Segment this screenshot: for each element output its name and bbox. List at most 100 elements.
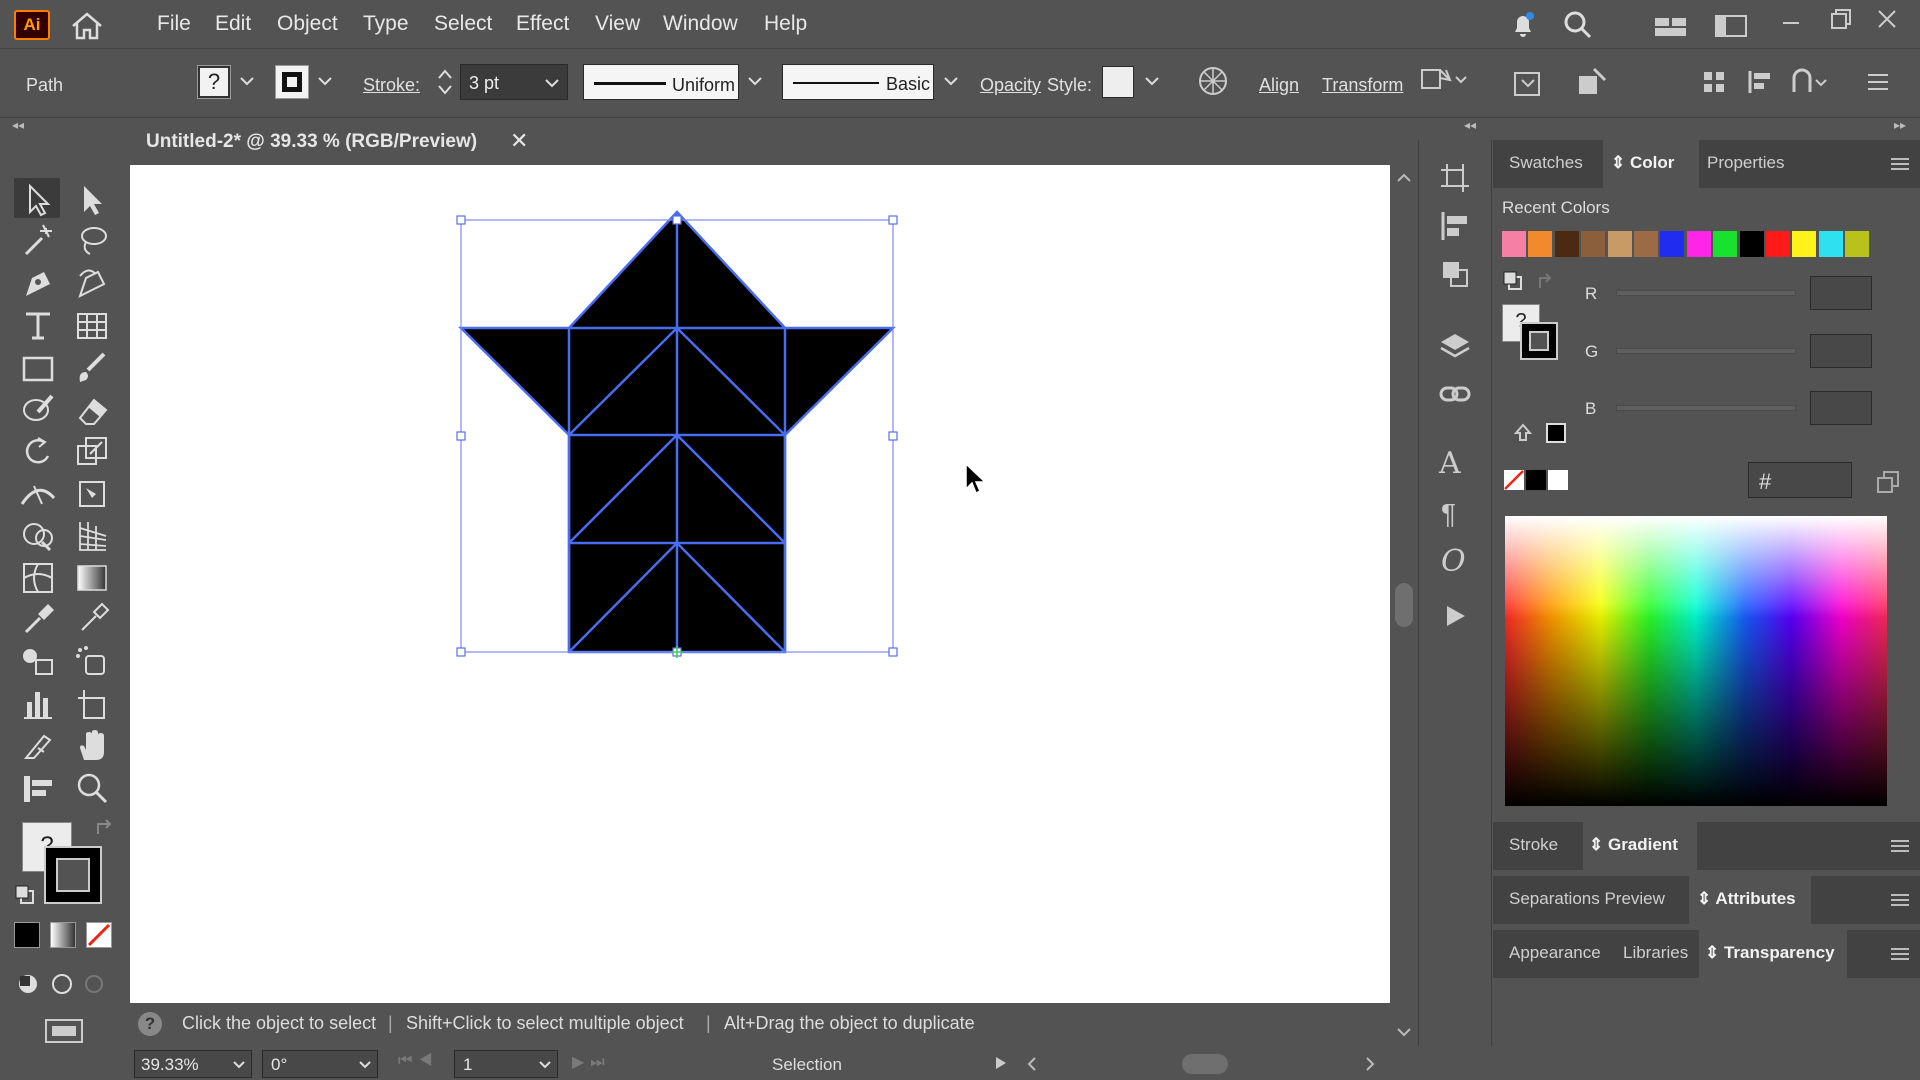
gradient-mode-button[interactable] — [50, 922, 76, 948]
shaper-tool-icon[interactable] — [18, 390, 58, 430]
menu-select[interactable]: Select — [434, 12, 492, 36]
recent-color-swatch[interactable] — [1581, 231, 1606, 257]
stroke-stepper-icon[interactable] — [436, 66, 454, 98]
eyedropper-tool-icon[interactable] — [18, 600, 58, 640]
transform-label[interactable]: Transform — [1322, 75, 1403, 96]
zoom-level-input[interactable]: 39.33% — [134, 1050, 252, 1078]
restore-icon[interactable] — [1828, 6, 1854, 32]
zoom-chevron-icon[interactable] — [233, 1061, 245, 1069]
stroke-panel-menu-icon[interactable] — [1891, 840, 1909, 852]
notification-bell-icon[interactable] — [1508, 10, 1538, 40]
menu-view[interactable]: View — [595, 12, 640, 36]
control-bar-menu-icon[interactable] — [1866, 72, 1890, 92]
shape-builder-tool-icon[interactable] — [18, 516, 58, 556]
channel-r-input[interactable] — [1810, 276, 1872, 310]
menu-effect[interactable]: Effect — [516, 12, 569, 36]
width-tool-icon[interactable] — [18, 474, 58, 514]
default-fill-stroke-icon[interactable] — [14, 884, 36, 906]
align-object-icon[interactable] — [1700, 68, 1728, 96]
brush-definition[interactable]: Basic — [782, 64, 934, 100]
recent-color-swatch[interactable] — [1818, 231, 1843, 257]
channel-g-slider[interactable] — [1616, 348, 1796, 354]
align-panel-icon[interactable] — [1439, 210, 1471, 242]
perspective-grid-tool-icon[interactable] — [72, 516, 112, 556]
tab-transparency[interactable]: ⇕ Transparency — [1705, 943, 1835, 963]
edit-clipping-path-icon[interactable] — [1576, 66, 1608, 98]
vertical-scrollbar[interactable] — [1392, 165, 1416, 1045]
eraser-tool-icon[interactable] — [72, 390, 112, 430]
black-color-swatch[interactable] — [1526, 470, 1546, 490]
minimize-icon[interactable] — [1780, 10, 1802, 32]
print-tiling-tool-icon[interactable] — [18, 768, 58, 808]
lasso-tool-icon[interactable] — [72, 222, 112, 262]
toolbar-stroke-swatch[interactable] — [44, 846, 102, 904]
character-panel-icon[interactable]: A — [1439, 446, 1461, 481]
expand-panels-icon[interactable]: ▸▸ — [1894, 118, 1906, 132]
drawing-mode-icon[interactable] — [14, 970, 110, 998]
vertical-scroll-thumb[interactable] — [1395, 583, 1413, 627]
recent-color-swatch[interactable] — [1739, 231, 1764, 257]
recent-color-swatch[interactable] — [1634, 231, 1658, 257]
channel-g-input[interactable] — [1810, 334, 1872, 368]
recent-color-swatch[interactable] — [1713, 231, 1738, 257]
tab-color[interactable]: ⇕ Color — [1611, 153, 1674, 173]
align-label[interactable]: Align — [1259, 75, 1299, 96]
zoom-tool-icon[interactable] — [72, 768, 112, 808]
profile-dropdown-chevron-icon[interactable] — [748, 76, 762, 86]
direct-selection-tool-icon[interactable] — [72, 180, 112, 220]
tab-attributes[interactable]: ⇕ Attributes — [1697, 889, 1796, 909]
collapse-dock-icon[interactable]: ◂◂ — [1464, 118, 1476, 132]
status-menu-arrow-icon[interactable] — [994, 1055, 1008, 1071]
puppet-warp-icon[interactable] — [1420, 66, 1468, 96]
symbol-sprayer-tool-icon[interactable] — [72, 642, 112, 682]
isolate-object-icon[interactable] — [1512, 66, 1544, 98]
help-icon[interactable]: ? — [138, 1012, 162, 1036]
transparency-panel-menu-icon[interactable] — [1891, 948, 1909, 960]
curvature-tool-icon[interactable] — [72, 264, 112, 304]
close-window-icon[interactable] — [1874, 6, 1900, 32]
workspace-switcher-icon[interactable] — [1654, 14, 1688, 38]
scroll-down-icon[interactable] — [1397, 1027, 1411, 1037]
channel-b-input[interactable] — [1810, 391, 1872, 425]
links-panel-icon[interactable] — [1439, 378, 1471, 410]
gradient-tool-icon[interactable] — [72, 558, 112, 598]
graphic-style-swatch[interactable] — [1102, 66, 1134, 98]
brush-dropdown-chevron-icon[interactable] — [944, 76, 958, 86]
recent-color-swatch[interactable] — [1660, 231, 1685, 257]
artboards-panel-icon[interactable] — [1439, 162, 1471, 194]
horizontal-scrollbar[interactable] — [1024, 1052, 1378, 1076]
fill-dropdown-chevron-icon[interactable] — [240, 76, 254, 86]
tab-libraries[interactable]: Libraries — [1623, 943, 1688, 963]
scroll-up-icon[interactable] — [1397, 173, 1411, 183]
arrange-documents-icon[interactable] — [1714, 14, 1748, 38]
recent-color-swatch[interactable] — [1607, 231, 1632, 257]
swap-fill-stroke-icon[interactable] — [94, 818, 116, 840]
none-mode-button[interactable] — [86, 922, 112, 948]
search-icon[interactable] — [1562, 10, 1594, 40]
attributes-panel-menu-icon[interactable] — [1891, 894, 1909, 906]
channel-b-slider[interactable] — [1616, 405, 1796, 411]
mesh-tool-icon[interactable] — [18, 558, 58, 598]
none-color-swatch[interactable] — [1504, 470, 1524, 490]
artboard-number-input[interactable]: 1 — [454, 1050, 558, 1078]
next-last-artboard-icon[interactable]: ▶⏭ — [572, 1052, 611, 1072]
fill-swatch[interactable]: ? — [197, 65, 231, 99]
opacity-label[interactable]: Opacity — [980, 75, 1041, 96]
scroll-right-icon[interactable] — [1364, 1056, 1376, 1072]
document-tab[interactable]: Untitled-2* @ 39.33 % (RGB/Preview) ✕ — [130, 122, 542, 162]
rotation-input[interactable]: 0° — [262, 1050, 378, 1078]
color-panel-default-icon[interactable] — [1502, 270, 1524, 292]
opentype-panel-icon[interactable]: O — [1441, 544, 1466, 579]
table-tool-icon[interactable] — [72, 306, 112, 346]
paintbrush-tool-icon[interactable] — [72, 348, 112, 388]
color-spectrum-picker[interactable] — [1505, 516, 1887, 806]
channel-r-slider[interactable] — [1616, 290, 1796, 296]
color-panel-swap-icon[interactable] — [1536, 272, 1556, 292]
recent-color-swatch[interactable] — [1792, 231, 1817, 257]
stroke-swatch[interactable] — [275, 65, 309, 99]
paragraph-panel-icon[interactable]: ¶ — [1441, 498, 1456, 530]
menu-type[interactable]: Type — [363, 12, 409, 36]
collapse-tools-icon[interactable]: ◂◂ — [12, 118, 24, 132]
tab-appearance[interactable]: Appearance — [1509, 943, 1601, 963]
artwork[interactable] — [130, 165, 1390, 1003]
